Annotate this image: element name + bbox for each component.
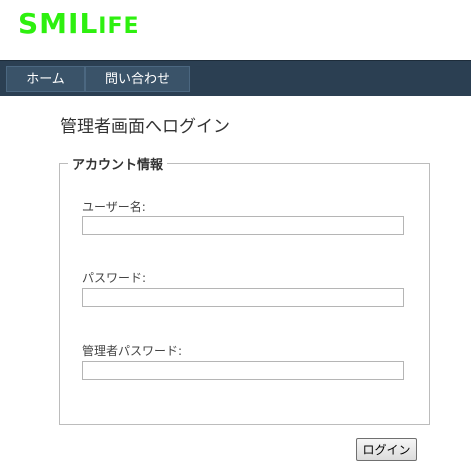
logo-text-main: SMIL <box>18 7 99 40</box>
account-info-legend: アカウント情報 <box>72 158 164 173</box>
site-logo[interactable]: SMILIFE <box>18 6 140 45</box>
site-header: SMILIFE <box>0 0 471 60</box>
admin-password-input[interactable] <box>82 361 404 380</box>
nav-item-home[interactable]: ホーム <box>6 66 85 92</box>
login-button[interactable]: ログイン <box>356 438 417 461</box>
password-label: パスワード: <box>82 271 147 285</box>
main-navigation: ホーム 問い合わせ <box>0 60 471 96</box>
admin-password-label: 管理者パスワード: <box>82 344 183 358</box>
logo-text-tail: IFE <box>98 14 140 39</box>
username-input[interactable] <box>82 216 404 235</box>
username-label: ユーザー名: <box>82 200 146 214</box>
password-input[interactable] <box>82 288 404 307</box>
page-title: 管理者画面へログイン <box>60 117 230 137</box>
nav-item-contact[interactable]: 問い合わせ <box>85 66 190 92</box>
